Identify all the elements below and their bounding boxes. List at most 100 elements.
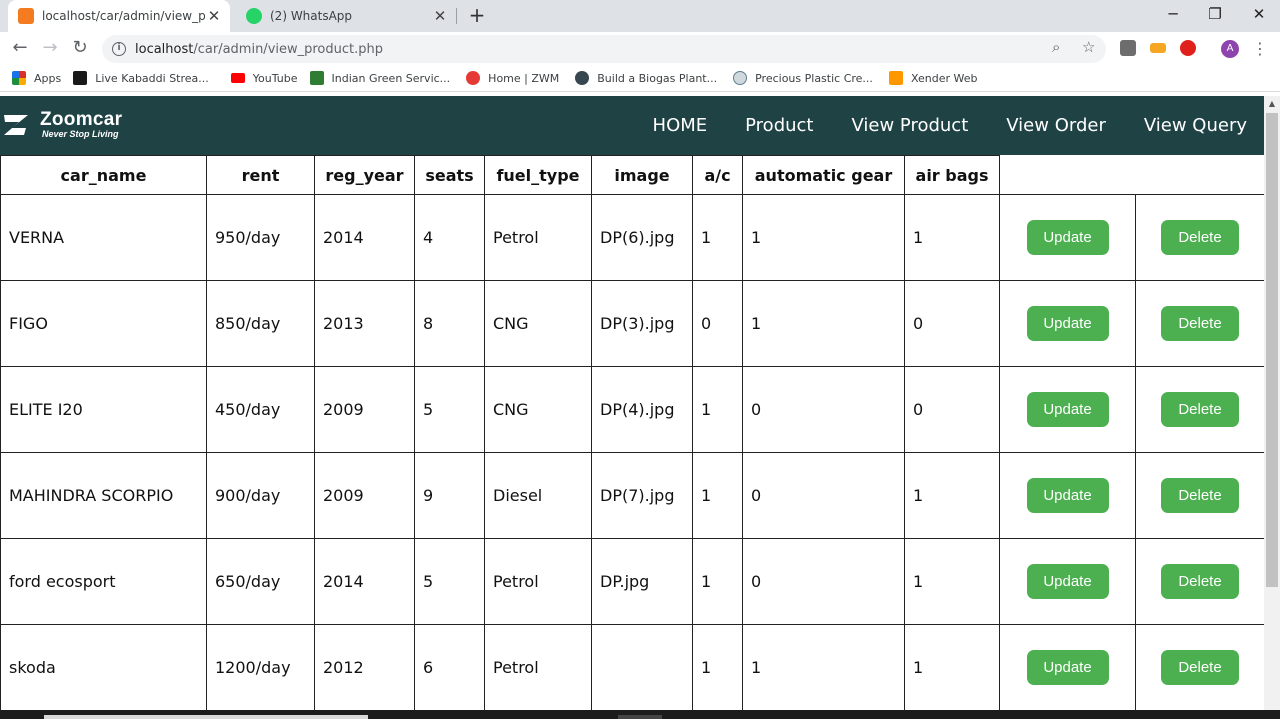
cell-automatic-gear: 1 bbox=[742, 194, 905, 281]
bookmark-label: Xender Web bbox=[910, 71, 978, 85]
cell-delete: Delete bbox=[1135, 280, 1264, 367]
delete-button[interactable]: Delete bbox=[1161, 220, 1239, 255]
close-tab-icon[interactable]: ✕ bbox=[206, 7, 222, 25]
cell-air-bags: 0 bbox=[904, 280, 1000, 367]
kabaddi-icon bbox=[73, 71, 88, 85]
scroll-up-icon[interactable]: ▲ bbox=[1264, 96, 1280, 112]
nav-view-order[interactable]: View Order bbox=[1006, 115, 1106, 136]
cell-fuel-type: Petrol bbox=[484, 624, 592, 710]
cell-rent: 1200/day bbox=[206, 624, 315, 710]
zoom-icon[interactable]: ⌕ bbox=[1052, 38, 1060, 56]
profile-avatar[interactable]: A bbox=[1221, 40, 1239, 58]
cell-car-name: MAHINDRA SCORPIO bbox=[0, 452, 207, 539]
nav-product[interactable]: Product bbox=[745, 115, 813, 136]
delete-button[interactable]: Delete bbox=[1161, 478, 1239, 513]
product-table: car_name rent reg_year seats fuel_type i… bbox=[0, 155, 1264, 710]
bookmark-apps[interactable]: Apps bbox=[12, 71, 61, 85]
brand-tagline: Never Stop Living bbox=[42, 129, 119, 139]
cell-fuel-type: Petrol bbox=[484, 538, 592, 625]
url-host: localhost bbox=[135, 41, 194, 57]
header-ac: a/c bbox=[692, 155, 743, 195]
cell-fuel-type: Diesel bbox=[484, 452, 592, 539]
cell-delete: Delete bbox=[1135, 538, 1264, 625]
taskbar-item[interactable] bbox=[618, 715, 662, 719]
site-info-icon[interactable]: i bbox=[112, 42, 126, 56]
tab-title: localhost/car/admin/view_product bbox=[42, 9, 206, 23]
zwm-icon bbox=[466, 71, 481, 85]
extension-icon[interactable] bbox=[1120, 40, 1136, 56]
delete-button[interactable]: Delete bbox=[1161, 392, 1239, 427]
delete-button[interactable]: Delete bbox=[1161, 306, 1239, 341]
cell-image: DP(7).jpg bbox=[591, 452, 693, 539]
reload-icon[interactable]: ↻ bbox=[68, 36, 92, 60]
back-arrow-icon[interactable]: ← bbox=[8, 36, 32, 60]
bookmark-star-icon[interactable]: ☆ bbox=[1082, 38, 1095, 56]
site-header: Zoomcar Never Stop Living HOME Product V… bbox=[0, 96, 1264, 155]
close-tab-icon[interactable]: ✕ bbox=[432, 7, 448, 25]
header-reg-year: reg_year bbox=[314, 155, 415, 195]
opera-icon[interactable] bbox=[1180, 40, 1196, 56]
header-car-name: car_name bbox=[0, 155, 207, 195]
cell-reg-year: 2014 bbox=[314, 194, 415, 281]
address-bar[interactable]: i localhost/car/admin/view_product.php bbox=[102, 35, 1106, 63]
nav-home[interactable]: HOME bbox=[653, 115, 708, 136]
cell-rent: 900/day bbox=[206, 452, 315, 539]
page-scrollbar[interactable]: ▲ bbox=[1264, 96, 1280, 710]
update-button[interactable]: Update bbox=[1026, 392, 1109, 427]
cell-seats: 6 bbox=[414, 624, 485, 710]
new-tab-button[interactable]: + bbox=[466, 4, 488, 26]
bookmark-xender[interactable]: Xender Web bbox=[888, 71, 978, 85]
update-button[interactable]: Update bbox=[1026, 650, 1109, 685]
bookmark-kabaddi[interactable]: Live Kabaddi Strea... bbox=[73, 71, 209, 85]
cell-fuel-type: CNG bbox=[484, 280, 592, 367]
table-row: skoda 1200/day 2012 6 Petrol 1 1 1 Update Delete bbox=[0, 624, 1264, 710]
cell-automatic-gear: 0 bbox=[742, 538, 905, 625]
bookmark-precious-plastic[interactable]: Precious Plastic Cre... bbox=[733, 71, 873, 85]
bookmark-youtube[interactable]: YouTube bbox=[230, 72, 298, 85]
scrollbar-thumb[interactable] bbox=[1266, 113, 1278, 587]
minimize-button[interactable]: ─ bbox=[1150, 0, 1196, 30]
brand-name[interactable]: Zoomcar bbox=[40, 109, 122, 131]
cell-image: DP(4).jpg bbox=[591, 366, 693, 453]
tab-whatsapp[interactable]: (2) WhatsApp ✕ bbox=[236, 0, 456, 32]
cell-car-name: skoda bbox=[0, 624, 207, 710]
bookmarks-bar: Apps Live Kabaddi Strea... YouTube India… bbox=[0, 65, 1280, 92]
header-fuel-type: fuel_type bbox=[484, 155, 592, 195]
update-button[interactable]: Update bbox=[1026, 306, 1109, 341]
taskbar-item[interactable] bbox=[44, 715, 368, 719]
header-actions bbox=[999, 155, 1264, 195]
product-table-container: car_name rent reg_year seats fuel_type i… bbox=[0, 155, 1264, 710]
main-nav: HOME Product View Product View Order Vie… bbox=[653, 96, 1264, 155]
cell-air-bags: 1 bbox=[904, 452, 1000, 539]
forward-arrow-icon[interactable]: → bbox=[38, 36, 62, 60]
update-button[interactable]: Update bbox=[1026, 478, 1109, 513]
nav-view-product[interactable]: View Product bbox=[851, 115, 968, 136]
restore-button[interactable]: ❐ bbox=[1192, 0, 1238, 30]
cell-reg-year: 2009 bbox=[314, 366, 415, 453]
url-path: /car/admin/view_product.php bbox=[193, 41, 384, 57]
cell-delete: Delete bbox=[1135, 624, 1264, 710]
delete-button[interactable]: Delete bbox=[1161, 564, 1239, 599]
menu-icon[interactable]: ⋮ bbox=[1252, 39, 1268, 58]
header-rent: rent bbox=[206, 155, 315, 195]
cell-seats: 5 bbox=[414, 366, 485, 453]
bookmark-zwm[interactable]: Home | ZWM bbox=[466, 71, 559, 85]
browser-toolbar: ← → ↻ i localhost/car/admin/view_product… bbox=[0, 32, 1280, 65]
update-button[interactable]: Update bbox=[1026, 564, 1109, 599]
bookmark-indian-green[interactable]: Indian Green Servic... bbox=[309, 71, 450, 85]
cell-reg-year: 2014 bbox=[314, 538, 415, 625]
delete-button[interactable]: Delete bbox=[1161, 650, 1239, 685]
os-taskbar bbox=[0, 710, 1280, 719]
update-button[interactable]: Update bbox=[1026, 220, 1109, 255]
extension-icon[interactable] bbox=[1150, 43, 1166, 53]
browser-tab-strip: localhost/car/admin/view_product ✕ (2) W… bbox=[0, 0, 1280, 32]
zoomcar-logo-icon[interactable] bbox=[2, 112, 30, 138]
cell-ac: 1 bbox=[692, 624, 743, 710]
biogas-icon bbox=[575, 71, 590, 85]
cell-ac: 1 bbox=[692, 194, 743, 281]
bookmark-biogas[interactable]: Build a Biogas Plant... bbox=[575, 71, 717, 85]
close-window-button[interactable]: ✕ bbox=[1236, 0, 1280, 30]
cell-car-name: FIGO bbox=[0, 280, 207, 367]
tab-view-product[interactable]: localhost/car/admin/view_product ✕ bbox=[8, 0, 230, 32]
nav-view-query[interactable]: View Query bbox=[1144, 115, 1247, 136]
